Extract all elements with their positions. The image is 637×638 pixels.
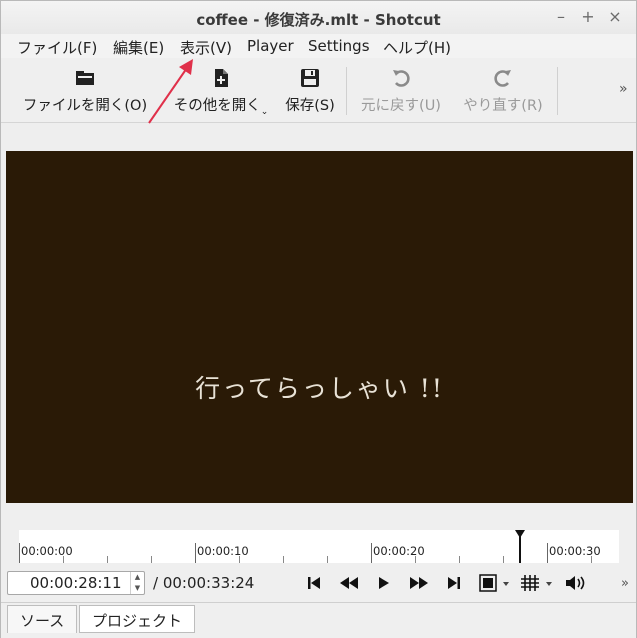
fast-forward-icon — [410, 577, 428, 589]
current-time-input[interactable]: 00:00:28:11 ▲ ▼ — [7, 571, 145, 595]
play-button[interactable] — [375, 573, 393, 593]
annotation-arrow-icon — [148, 59, 193, 124]
ruler-tick — [107, 556, 108, 563]
volume-icon — [566, 576, 585, 590]
menu-help[interactable]: ヘルプ(H) — [383, 37, 451, 58]
ruler-label: 00:00:10 — [197, 544, 249, 558]
main-toolbar: ファイルを開く(O) その他を開く⌄ 保存(S) 元に戻す(U) やり直す(R) — [1, 58, 636, 123]
dropdown-indicator-icon: ⌄ — [260, 107, 269, 117]
skip-previous-icon — [308, 577, 320, 589]
transport-overflow-button[interactable]: » — [619, 573, 631, 593]
zoom-button[interactable] — [477, 573, 513, 593]
undo-label: 元に戻す(U) — [361, 98, 441, 114]
rewind-button[interactable] — [337, 573, 361, 593]
menu-settings[interactable]: Settings — [308, 37, 370, 55]
window-title: coffee - 修復済み.mlt - Shotcut — [196, 11, 441, 29]
playhead-line[interactable] — [519, 534, 521, 563]
save-label: 保存(S) — [285, 98, 335, 114]
ruler-label: 00:00:30 — [549, 544, 601, 558]
redo-button[interactable]: やり直す(R) — [457, 64, 549, 115]
close-button[interactable]: × — [605, 7, 625, 26]
toolbar-overflow-button[interactable]: » — [619, 81, 628, 97]
menu-bar: ファイル(F) 編集(E) 表示(V) Player Settings ヘルプ(… — [1, 34, 636, 58]
undo-button[interactable]: 元に戻す(U) — [355, 64, 447, 115]
dock-strip — [1, 123, 636, 151]
ruler-tick — [371, 543, 372, 563]
menu-file[interactable]: ファイル(F) — [17, 37, 97, 58]
ruler-tick — [503, 556, 504, 563]
fast-forward-button[interactable] — [407, 573, 431, 593]
save-button[interactable]: 保存(S) — [279, 64, 341, 115]
current-time-value: 00:00:28:11 — [30, 574, 122, 592]
open-file-label: ファイルを開く(O) — [22, 98, 148, 114]
title-bar: coffee - 修復済み.mlt - Shotcut – + × — [1, 1, 636, 35]
ruler-label: 00:00:20 — [373, 544, 425, 558]
save-icon — [301, 69, 319, 87]
spin-up-icon[interactable]: ▲ — [131, 572, 144, 583]
grid-icon — [521, 575, 552, 591]
new-file-icon — [215, 69, 228, 87]
total-duration: / 00:00:33:24 — [153, 574, 255, 592]
app-window: coffee - 修復済み.mlt - Shotcut – + × ファイル(F… — [0, 0, 637, 638]
ruler-tick — [327, 556, 328, 563]
folder-icon — [76, 71, 94, 85]
skip-to-start-button[interactable] — [305, 573, 323, 593]
redo-icon — [494, 70, 511, 87]
ruler-tick — [459, 556, 460, 563]
ruler-tick — [195, 543, 196, 563]
play-icon — [379, 577, 389, 589]
volume-button[interactable] — [564, 573, 590, 593]
grid-button[interactable] — [519, 573, 557, 593]
tab-project[interactable]: プロジェクト — [79, 605, 196, 633]
toolbar-separator — [557, 67, 558, 115]
video-subtitle: 行ってらっしゃい !! — [195, 374, 444, 403]
redo-label: やり直す(R) — [463, 98, 543, 114]
tab-source[interactable]: ソース — [7, 605, 78, 633]
open-file-button[interactable]: ファイルを開く(O) — [15, 64, 155, 115]
timeline-ruler[interactable]: 00:00:00 00:00:10 00:00:20 00:00:30 — [19, 530, 619, 563]
toolbar-separator — [346, 67, 347, 115]
undo-icon — [393, 70, 410, 87]
transport-bar: 00:00:28:11 ▲ ▼ / 00:00:33:24 » — [1, 567, 636, 599]
menu-player[interactable]: Player — [247, 37, 294, 55]
video-viewer[interactable]: 行ってらっしゃい !! — [6, 151, 633, 503]
spin-down-icon[interactable]: ▼ — [131, 583, 144, 594]
ruler-tick — [283, 556, 284, 563]
ruler-tick — [547, 543, 548, 563]
rewind-icon — [340, 577, 358, 589]
ruler-label: 00:00:00 — [21, 544, 73, 558]
tab-bar: ソース プロジェクト — [1, 602, 636, 638]
zoom-fit-icon — [479, 574, 509, 592]
minimize-button[interactable]: – — [551, 7, 571, 26]
viewer-gap — [1, 503, 636, 529]
skip-to-end-button[interactable] — [445, 573, 463, 593]
skip-next-icon — [448, 577, 460, 589]
time-spinner[interactable]: ▲ ▼ — [130, 572, 144, 594]
maximize-button[interactable]: + — [578, 7, 598, 26]
ruler-tick — [19, 543, 20, 563]
ruler-tick — [151, 556, 152, 563]
